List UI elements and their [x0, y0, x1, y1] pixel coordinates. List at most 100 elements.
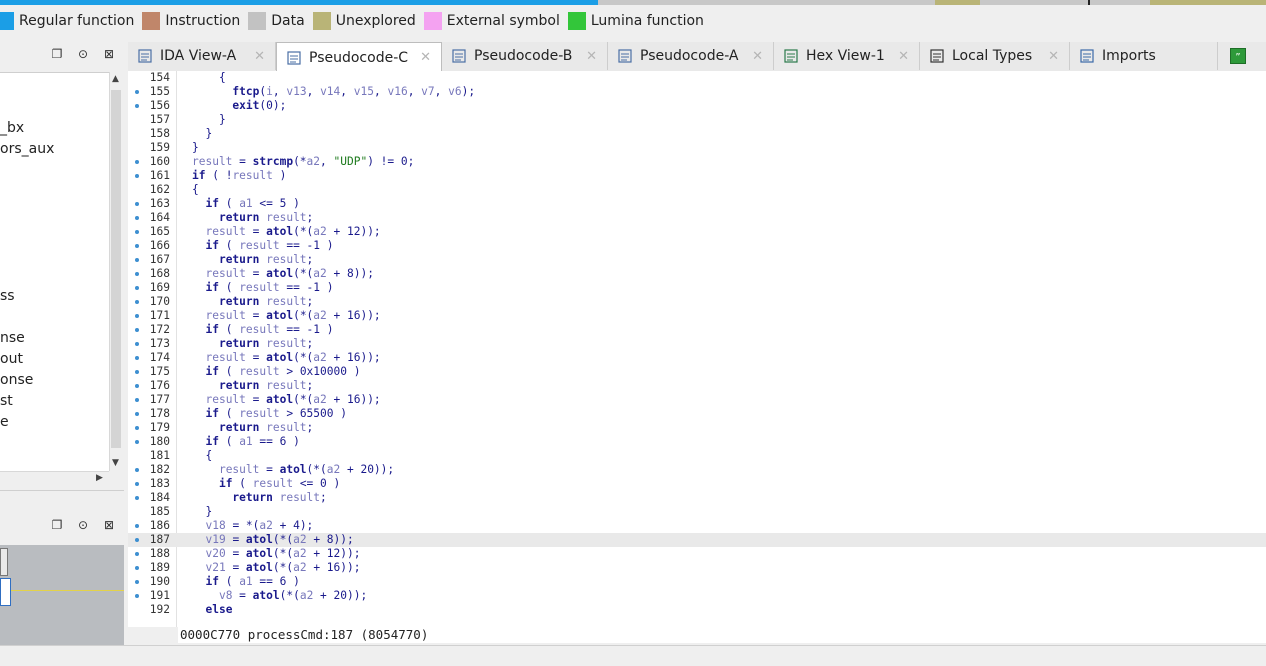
code-line[interactable]: 158 }	[128, 127, 1266, 141]
code-text[interactable]: if ( result <= 0 )	[192, 477, 340, 491]
code-text[interactable]: }	[192, 141, 199, 155]
float-icon[interactable]: ❐	[50, 47, 64, 61]
float-icon[interactable]: ❐	[50, 518, 64, 532]
breakpoint-dot-icon[interactable]	[135, 216, 139, 220]
tab-ida-view-a[interactable]: IDA View-A ✕	[128, 42, 276, 70]
code-text[interactable]: return result;	[192, 295, 313, 309]
tab-close-icon[interactable]: ✕	[1048, 49, 1059, 64]
code-text[interactable]: return result;	[192, 211, 313, 225]
code-text[interactable]: }	[192, 127, 212, 141]
function-list-item[interactable]: _bx	[0, 120, 24, 136]
code-line[interactable]: 189 v21 = atol(*(a2 + 16));	[128, 561, 1266, 575]
breakpoint-dot-icon[interactable]	[135, 356, 139, 360]
code-line[interactable]: 184 return result;	[128, 491, 1266, 505]
code-line[interactable]: 190 if ( a1 == 6 )	[128, 575, 1266, 589]
breakpoint-dot-icon[interactable]	[135, 398, 139, 402]
code-line[interactable]: 179 return result;	[128, 421, 1266, 435]
code-text[interactable]: if ( result > 0x10000 )	[192, 365, 360, 379]
code-text[interactable]: result = atol(*(a2 + 16));	[192, 393, 380, 407]
code-line[interactable]: 166 if ( result == -1 )	[128, 239, 1266, 253]
breakpoint-dot-icon[interactable]	[135, 594, 139, 598]
code-text[interactable]: result = strcmp(*a2, "UDP") != 0;	[192, 155, 414, 169]
graph-overview[interactable]	[0, 545, 124, 645]
code-text[interactable]: result = atol(*(a2 + 12));	[192, 225, 380, 239]
code-line[interactable]: 176 return result;	[128, 379, 1266, 393]
close-icon[interactable]: ⊠	[102, 47, 116, 61]
code-text[interactable]: result = atol(*(a2 + 8));	[192, 267, 373, 281]
code-line[interactable]: 169 if ( result == -1 )	[128, 281, 1266, 295]
breakpoint-dot-icon[interactable]	[135, 258, 139, 262]
breakpoint-dot-icon[interactable]	[135, 370, 139, 374]
restore-icon[interactable]: ⊙	[76, 47, 90, 61]
breakpoint-dot-icon[interactable]	[135, 538, 139, 542]
breakpoint-dot-icon[interactable]	[135, 580, 139, 584]
code-text[interactable]: v21 = atol(*(a2 + 16));	[192, 561, 360, 575]
scroll-right-icon[interactable]: ▶	[96, 473, 103, 483]
code-line[interactable]: 172 if ( result == -1 )	[128, 323, 1266, 337]
functions-vertical-scrollbar[interactable]: ▲ ▼	[109, 72, 123, 471]
code-text[interactable]: result = atol(*(a2 + 20));	[192, 463, 394, 477]
code-text[interactable]: if ( result == -1 )	[192, 239, 333, 253]
code-text[interactable]: result = atol(*(a2 + 16));	[192, 351, 380, 365]
code-line[interactable]: 165 result = atol(*(a2 + 12));	[128, 225, 1266, 239]
code-text[interactable]: }	[192, 505, 212, 519]
code-line[interactable]: 186 v18 = *(a2 + 4);	[128, 519, 1266, 533]
breakpoint-dot-icon[interactable]	[135, 482, 139, 486]
code-text[interactable]: if ( !result )	[192, 169, 286, 183]
code-text[interactable]: if ( result == -1 )	[192, 323, 333, 337]
breakpoint-dot-icon[interactable]	[135, 468, 139, 472]
code-text[interactable]: {	[192, 71, 226, 85]
graph-viewport[interactable]	[0, 578, 11, 606]
code-text[interactable]: v19 = atol(*(a2 + 8));	[192, 533, 353, 547]
breakpoint-dot-icon[interactable]	[135, 496, 139, 500]
code-line[interactable]: 168 result = atol(*(a2 + 8));	[128, 267, 1266, 281]
code-line[interactable]: 178 if ( result > 65500 )	[128, 407, 1266, 421]
code-line[interactable]: 162 {	[128, 183, 1266, 197]
tab-close-icon[interactable]: ✕	[420, 50, 431, 65]
code-line[interactable]: 167 return result;	[128, 253, 1266, 267]
breakpoint-dot-icon[interactable]	[135, 314, 139, 318]
code-text[interactable]: v18 = *(a2 + 4);	[192, 519, 313, 533]
breakpoint-dot-icon[interactable]	[135, 524, 139, 528]
breakpoint-dot-icon[interactable]	[135, 104, 139, 108]
code-line[interactable]: 180 if ( a1 == 6 )	[128, 435, 1266, 449]
function-list-item[interactable]: onse	[0, 372, 33, 388]
tab-hex-view-1[interactable]: Hex View-1 ✕	[774, 42, 920, 70]
tab-close-icon[interactable]: ✕	[752, 49, 763, 64]
code-line[interactable]: 177 result = atol(*(a2 + 16));	[128, 393, 1266, 407]
breakpoint-dot-icon[interactable]	[135, 272, 139, 276]
code-text[interactable]: v8 = atol(*(a2 + 20));	[192, 589, 367, 603]
code-text[interactable]: if ( a1 == 6 )	[192, 435, 299, 449]
breakpoint-dot-icon[interactable]	[135, 412, 139, 416]
breakpoint-dot-icon[interactable]	[135, 160, 139, 164]
code-line[interactable]: 181 {	[128, 449, 1266, 463]
breakpoint-dot-icon[interactable]	[135, 90, 139, 94]
tab-local-types[interactable]: Local Types ✕	[920, 42, 1070, 70]
code-text[interactable]: if ( a1 == 6 )	[192, 575, 299, 589]
code-line[interactable]: 174 result = atol(*(a2 + 16));	[128, 351, 1266, 365]
breakpoint-dot-icon[interactable]	[135, 440, 139, 444]
code-text[interactable]: {	[192, 449, 212, 463]
functions-list[interactable]: _bx ors_aux ss nse out onse st e	[0, 72, 109, 472]
code-line[interactable]: 155 ftcp(i, v13, v14, v15, v16, v7, v6);	[128, 85, 1266, 99]
code-text[interactable]: if ( result > 65500 )	[192, 407, 346, 421]
breakpoint-dot-icon[interactable]	[135, 552, 139, 556]
code-text[interactable]: ftcp(i, v13, v14, v15, v16, v7, v6);	[192, 85, 475, 99]
function-list-item[interactable]: st	[0, 393, 13, 409]
code-line[interactable]: 182 result = atol(*(a2 + 20));	[128, 463, 1266, 477]
tab-pseudocode-b[interactable]: Pseudocode-B ✕	[442, 42, 608, 70]
code-line[interactable]: 173 return result;	[128, 337, 1266, 351]
code-text[interactable]: return result;	[192, 379, 313, 393]
breakpoint-dot-icon[interactable]	[135, 384, 139, 388]
function-list-item[interactable]: nse	[0, 330, 25, 346]
code-text[interactable]: if ( result == -1 )	[192, 281, 333, 295]
code-text[interactable]: return result;	[192, 337, 313, 351]
code-text[interactable]: return result;	[192, 491, 326, 505]
functions-horizontal-scrollbar[interactable]: ▶	[0, 471, 109, 486]
tab-pseudocode-c[interactable]: Pseudocode-C ✕	[276, 42, 442, 72]
breakpoint-dot-icon[interactable]	[135, 566, 139, 570]
function-list-item[interactable]: out	[0, 351, 23, 367]
tab-imports[interactable]: Imports	[1070, 42, 1218, 70]
code-line[interactable]: 185 }	[128, 505, 1266, 519]
code-line[interactable]: 171 result = atol(*(a2 + 16));	[128, 309, 1266, 323]
